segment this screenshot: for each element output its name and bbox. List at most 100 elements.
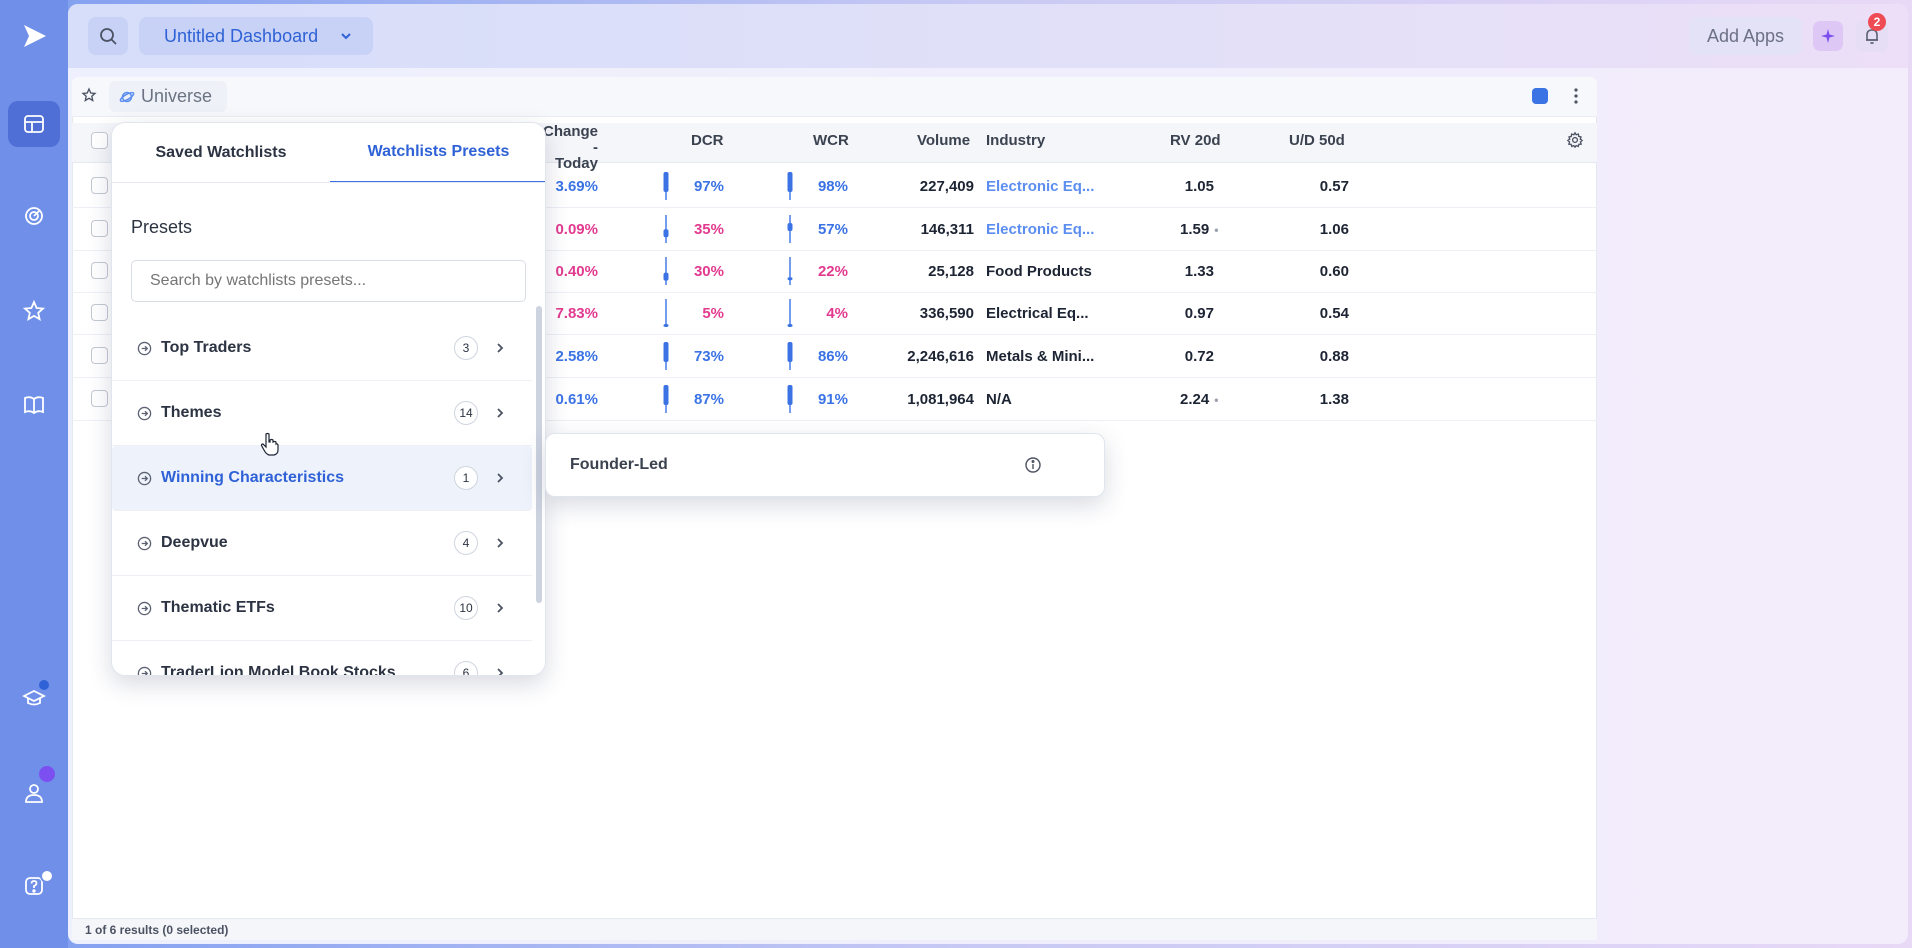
column-header-ud[interactable]: U/D 50d — [1289, 132, 1345, 149]
help-badge-dot — [40, 869, 54, 883]
star-icon — [22, 299, 46, 322]
guide-nav-button[interactable] — [8, 382, 60, 428]
ud-cell: 1.38 — [1319, 391, 1349, 408]
chevron-right-icon — [497, 473, 504, 483]
select-all-checkbox[interactable] — [91, 132, 108, 149]
preset-list-icon — [137, 601, 152, 616]
search-icon — [100, 28, 117, 45]
industry-cell: N/A — [986, 391, 1012, 408]
ud-cell: 0.57 — [1319, 178, 1349, 195]
radar-nav-button[interactable] — [8, 193, 60, 239]
row-checkbox[interactable] — [91, 177, 108, 194]
preset-list-icon — [137, 536, 152, 551]
row-checkbox[interactable] — [91, 220, 108, 237]
universe-label: Universe — [141, 86, 213, 106]
preset-count-badge: 1 — [454, 466, 478, 490]
wcr-candle — [787, 385, 793, 413]
logo-icon[interactable] — [20, 22, 48, 55]
tabs-divider — [112, 182, 545, 183]
ai-assistant-button[interactable] — [1813, 21, 1843, 51]
preset-item[interactable]: Thematic ETFs 10 — [112, 576, 532, 641]
notification-count-badge: 2 — [1868, 13, 1886, 31]
ud-cell: 0.88 — [1319, 348, 1349, 365]
preset-item[interactable]: Top Traders 3 — [112, 316, 532, 381]
preset-search-input[interactable] — [131, 260, 526, 302]
rv-cell: 1.33 — [1184, 263, 1214, 280]
sparkle-icon — [1821, 29, 1835, 43]
widget-menu-button[interactable] — [1568, 87, 1584, 110]
dashboard-nav-button[interactable] — [8, 101, 60, 147]
dcr-candle — [663, 299, 669, 327]
ud-cell: 1.06 — [1319, 221, 1349, 238]
add-apps-button[interactable]: Add Apps — [1689, 17, 1802, 55]
wcr-candle — [787, 172, 793, 200]
industry-cell: Metals & Mini... — [986, 348, 1095, 365]
preset-item[interactable]: Winning Characteristics 1 — [112, 446, 532, 511]
tab-watchlists-presets[interactable]: Watchlists Presets — [330, 123, 545, 183]
volume-cell: 25,128 — [928, 263, 974, 280]
industry-cell: Electronic Eq... — [986, 221, 1095, 238]
learn-badge-dot — [37, 678, 51, 692]
dashboard-selector[interactable]: Untitled Dashboard — [139, 17, 373, 55]
preset-item[interactable]: Themes 14 — [112, 381, 532, 446]
help-nav-button[interactable] — [8, 863, 60, 909]
widget-header — [72, 77, 1597, 117]
universe-selector[interactable]: Universe — [109, 81, 227, 112]
column-header-industry[interactable]: Industry — [986, 132, 1045, 149]
watchlist-nav-button[interactable] — [8, 288, 60, 334]
learn-nav-button[interactable] — [8, 675, 60, 721]
column-header-rv[interactable]: RV 20d — [1170, 132, 1221, 149]
row-checkbox[interactable] — [91, 347, 108, 364]
wcr-cell: 57% — [817, 221, 848, 238]
industry-cell: Food Products — [986, 263, 1092, 280]
color-link-button[interactable] — [1532, 88, 1548, 104]
preset-item[interactable]: TraderLion Model Book Stocks 6 — [112, 641, 532, 675]
user-icon — [25, 784, 43, 803]
preset-list-icon — [137, 666, 152, 675]
preset-item-label: Themes — [161, 404, 222, 421]
rv-cell: 1.05 — [1184, 178, 1214, 195]
row-checkbox[interactable] — [91, 390, 108, 407]
preset-count-badge: 4 — [454, 531, 478, 555]
chevron-right-icon — [497, 603, 504, 613]
industry-cell: Electronic Eq... — [986, 178, 1095, 195]
wcr-candle — [787, 257, 793, 285]
star-outline-icon — [81, 87, 97, 102]
preset-item-label: Top Traders — [161, 339, 252, 356]
row-checkbox[interactable] — [91, 262, 108, 279]
radar-icon — [25, 207, 43, 225]
volume-cell: 227,409 — [919, 178, 974, 195]
wcr-cell: 98% — [817, 178, 848, 195]
ud-cell: 0.60 — [1319, 263, 1349, 280]
column-header-dcr[interactable]: DCR — [691, 132, 724, 149]
preset-list-scrollbar[interactable] — [536, 306, 542, 603]
column-header-volume[interactable]: Volume — [917, 132, 970, 149]
search-button[interactable] — [88, 17, 128, 55]
row-checkbox[interactable] — [91, 304, 108, 321]
favorite-star-button[interactable] — [81, 87, 97, 108]
dcr-candle — [663, 215, 669, 243]
preset-item-label: Thematic ETFs — [161, 599, 275, 616]
dcr-candle — [663, 257, 669, 285]
dcr-candle — [663, 172, 669, 200]
info-icon[interactable] — [1024, 456, 1042, 479]
preset-list: Top Traders 3 Themes 14 Winning Characterist… — [112, 316, 536, 675]
dcr-cell: 73% — [693, 348, 724, 365]
chevron-right-icon — [497, 408, 504, 418]
wcr-cell: 4% — [826, 305, 848, 322]
preset-item[interactable]: Deepvue 4 — [112, 511, 532, 576]
submenu-item-founder-led[interactable]: Founder-Led — [570, 456, 668, 474]
wcr-cell: 22% — [817, 263, 848, 280]
wcr-candle — [787, 299, 793, 327]
industry-cell: Electrical Eq... — [986, 305, 1089, 322]
wcr-cell: 91% — [817, 391, 848, 408]
lightning-badge-icon — [37, 764, 57, 784]
column-header-wcr[interactable]: WCR — [813, 132, 849, 149]
table-settings-button[interactable] — [1566, 131, 1584, 154]
tab-saved-watchlists[interactable]: Saved Watchlists — [112, 123, 330, 183]
chevron-right-icon — [497, 668, 504, 675]
preset-count-badge: 6 — [454, 661, 478, 675]
preset-item-label: Deepvue — [161, 534, 228, 551]
dashboard-title: Untitled Dashboard — [164, 25, 319, 46]
volume-cell: 1,081,964 — [907, 391, 974, 408]
